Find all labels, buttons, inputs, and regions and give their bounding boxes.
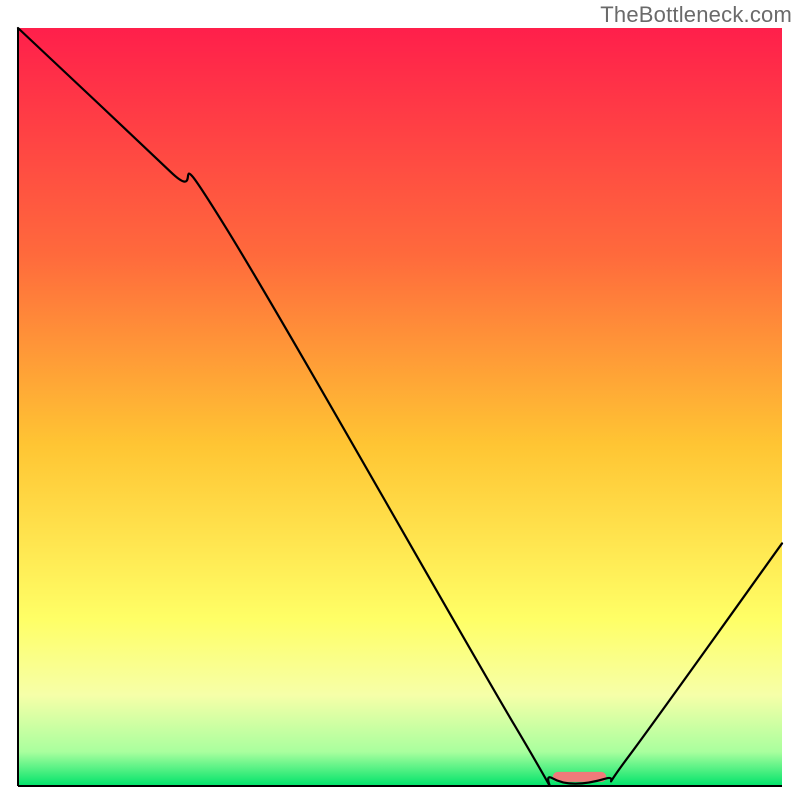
bottleneck-chart: TheBottleneck.com bbox=[0, 0, 800, 800]
chart-svg bbox=[0, 0, 800, 800]
plot-background bbox=[18, 28, 782, 786]
